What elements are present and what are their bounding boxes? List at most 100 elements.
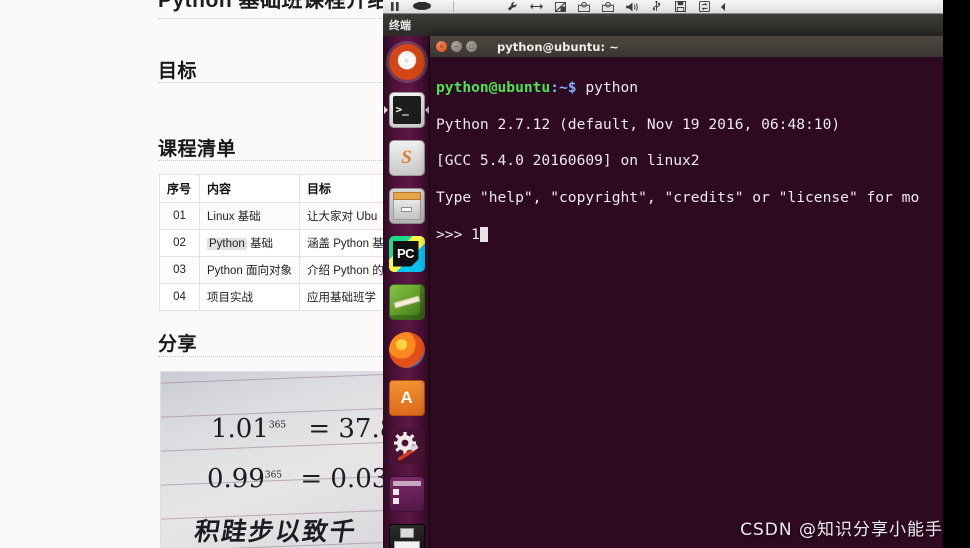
unity-top-bar[interactable]: 终端: [383, 14, 970, 36]
table-row: 03 Python 面向对象 介绍 Python 的: [159, 256, 384, 284]
launcher-item-ubuntu-dash[interactable]: ❂: [383, 38, 430, 85]
resize-icon[interactable]: [524, 0, 548, 13]
vm-toolbar-right: [500, 0, 730, 14]
watermark-text: CSDN @知识分享小能手: [740, 520, 943, 540]
ubuntu-desktop: 终端 ❂ >_ S PC A × − □ python@ubuntu: ~ py…: [383, 0, 970, 548]
files-icon-body: [392, 199, 421, 220]
text-cursor: [479, 226, 488, 242]
vm-toolbar[interactable]: [383, 0, 970, 14]
pycharm-icon: PC: [388, 235, 425, 272]
terminal-icon-screen: >_: [392, 95, 421, 124]
chevron-left-icon[interactable]: [716, 0, 730, 13]
wrench-icon[interactable]: [500, 0, 524, 13]
cell-goal: 应用基础班学: [299, 283, 384, 311]
terminal-icon: >_: [388, 91, 425, 128]
hw2-result: = 0.03: [300, 464, 384, 494]
cell-goal: 涵盖 Python 基: [299, 229, 384, 257]
terminal-line-ps1: >>> 1: [436, 226, 943, 244]
workspace-square: [392, 488, 399, 495]
running-pip-right-icon: [425, 106, 429, 114]
pause-icon[interactable]: [383, 0, 407, 13]
prompt-path: :~$: [550, 79, 577, 97]
screenshot-icon[interactable]: [548, 0, 572, 13]
handwriting-line-3: 积跬步以致千: [192, 517, 360, 546]
section-heading-course-list: 课程清单: [158, 139, 237, 160]
cell-no: 04: [159, 283, 200, 311]
ps1-text: >>> 1: [436, 225, 480, 243]
launcher-item-firefox[interactable]: [383, 326, 430, 373]
document-title: Python 基础班课程介绍: [158, 0, 384, 12]
book-pages: [393, 295, 420, 308]
hw2-base: 0.99: [207, 464, 265, 494]
divider: [158, 160, 384, 161]
workspace-square: [392, 497, 399, 504]
right-black-gutter: [943, 0, 970, 548]
speaker-icon[interactable]: [620, 0, 644, 13]
close-icon[interactable]: ×: [436, 41, 447, 52]
table-header-no: 序号: [159, 174, 200, 203]
workspace-switcher-icon: [388, 475, 425, 512]
course-table: 序号 内容 目标 01 Linux 基础 让大家对 Ubu 02 Python …: [159, 174, 384, 311]
cell-content: Linux 基础: [199, 202, 300, 230]
terminal-titlebar[interactable]: × − □ python@ubuntu: ~: [430, 36, 943, 57]
cell-content: Python 面向对象: [199, 256, 300, 284]
divider: [158, 356, 384, 357]
floppy-label: [393, 540, 420, 548]
terminal-output[interactable]: python@ubuntu:~$ python Python 2.7.12 (d…: [430, 57, 943, 548]
hw1-exponent: 365: [268, 420, 287, 431]
terminal-line: Type "help", "copyright", "credits" or "…: [436, 189, 920, 207]
terminal-line-prompt: python@ubuntu:~$ python: [436, 79, 943, 97]
capture-icon[interactable]: [407, 0, 437, 13]
table-header-content: 内容: [199, 174, 300, 203]
cd-icon[interactable]: [596, 0, 620, 13]
launcher-item-ubuntu-software[interactable]: A: [383, 374, 430, 421]
cell-no: 03: [159, 256, 200, 284]
cd-icon[interactable]: [572, 0, 596, 13]
inline-code: Python: [207, 238, 247, 250]
cell-goal: 介绍 Python 的: [299, 256, 384, 284]
table-header-row: 序号 内容 目标: [159, 174, 384, 203]
launcher-item-save-disk[interactable]: [383, 518, 430, 548]
divider: [158, 18, 384, 19]
divider: [158, 82, 384, 83]
table-header-goal: 目标: [299, 174, 384, 203]
vm-toolbar-left: [383, 0, 437, 14]
handwriting-photo: 1.01365 = 37.8 0.99365 = 0.03 积跬步以致千: [160, 371, 384, 548]
sublime-text-icon: S: [388, 139, 425, 176]
launcher-item-workspace-switcher[interactable]: [383, 470, 430, 517]
minimize-icon[interactable]: −: [451, 41, 462, 52]
prompt-command: python: [576, 79, 639, 97]
firefox-icon: [388, 331, 425, 368]
maximize-icon[interactable]: □: [466, 41, 477, 52]
cell-content: Python 基础: [199, 229, 300, 257]
handwriting-line-1: 1.01365 = 37.8: [211, 414, 384, 444]
launcher-item-terminal[interactable]: >_: [383, 86, 430, 133]
terminal-window[interactable]: × − □ python@ubuntu: ~ python@ubuntu:~$ …: [430, 36, 943, 548]
launcher-item-sublime-text[interactable]: S: [383, 134, 430, 181]
hw2-exponent: 365: [264, 470, 283, 481]
launcher-item-help[interactable]: [383, 278, 430, 325]
table-row: 04 项目实战 应用基础班学: [159, 283, 384, 311]
running-pip-left-icon: [384, 106, 388, 114]
table-row: 02 Python 基础 涵盖 Python 基: [159, 229, 384, 257]
usb-icon[interactable]: [644, 0, 668, 13]
launcher-item-pycharm[interactable]: PC: [383, 230, 430, 277]
unity-app-name: 终端: [389, 20, 411, 32]
section-heading-goal: 目标: [158, 61, 198, 82]
launcher-item-system-settings[interactable]: [383, 422, 430, 469]
help-book-icon: [388, 283, 425, 320]
floppy-icon[interactable]: [668, 0, 692, 13]
workspace-bar: [392, 480, 421, 486]
section-heading-share: 分享: [158, 334, 198, 355]
toolbar-divider: [453, 1, 454, 12]
launcher-item-files[interactable]: [383, 182, 430, 229]
unity-launcher[interactable]: ❂ >_ S PC A: [383, 36, 430, 548]
handwriting-line-2: 0.99365 = 0.03: [207, 464, 384, 494]
files-icon: [388, 187, 425, 224]
photo-rule-line: [161, 373, 384, 384]
floppy-disk-icon: [388, 523, 425, 548]
cell-no: 01: [159, 202, 200, 230]
document-pane[interactable]: Python 基础班课程介绍 目标 •明确基础班课程内容 课程清单 序号 内容 …: [0, 0, 384, 548]
network-icon[interactable]: [692, 0, 716, 13]
files-icon-handle: [401, 206, 412, 212]
